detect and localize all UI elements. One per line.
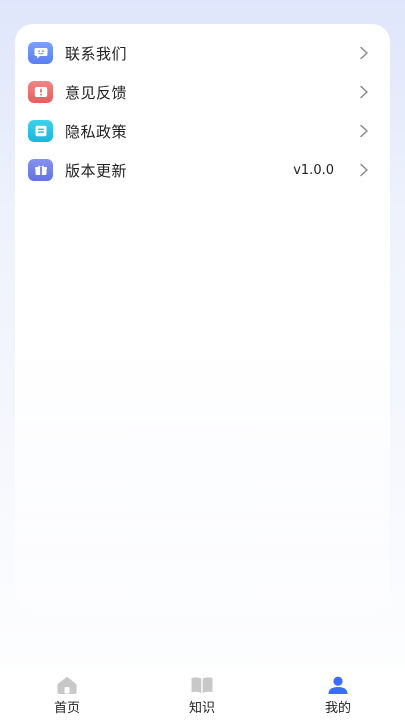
gift-icon — [28, 159, 53, 181]
menu-item-label: 意见反馈 — [65, 83, 128, 102]
menu-item-label: 联系我们 — [65, 44, 128, 63]
menu-item-feedback[interactable]: 意见反馈 — [15, 72, 390, 112]
settings-card: 联系我们 意见反馈 隐私政策 版本更新 v1.0.0 — [15, 24, 390, 609]
bottom-tab-bar: 首页 知识 我的 — [0, 670, 405, 720]
tab-home[interactable]: 首页 — [27, 670, 107, 720]
tab-label: 首页 — [53, 701, 80, 716]
chevron-right-icon — [360, 163, 368, 177]
chevron-right-icon — [360, 85, 368, 99]
version-value: v1.0.0 — [293, 162, 334, 178]
tab-label: 我的 — [324, 701, 351, 716]
tab-mine[interactable]: 我的 — [298, 670, 378, 720]
chevron-right-icon — [360, 124, 368, 138]
alert-icon — [28, 81, 53, 103]
chat-smile-icon — [28, 42, 53, 64]
menu-item-label: 隐私政策 — [65, 122, 128, 141]
menu-item-privacy-policy[interactable]: 隐私政策 — [15, 111, 390, 151]
user-icon — [328, 676, 348, 694]
menu-item-version-update[interactable]: 版本更新 v1.0.0 — [15, 150, 390, 190]
menu-item-label: 版本更新 — [65, 161, 128, 180]
tab-knowledge[interactable]: 知识 — [162, 670, 242, 720]
chevron-right-icon — [360, 46, 368, 60]
home-icon — [57, 676, 77, 694]
menu-item-contact-us[interactable]: 联系我们 — [15, 33, 390, 73]
tab-label: 知识 — [188, 701, 215, 716]
book-icon — [191, 677, 213, 693]
document-icon — [28, 120, 53, 142]
